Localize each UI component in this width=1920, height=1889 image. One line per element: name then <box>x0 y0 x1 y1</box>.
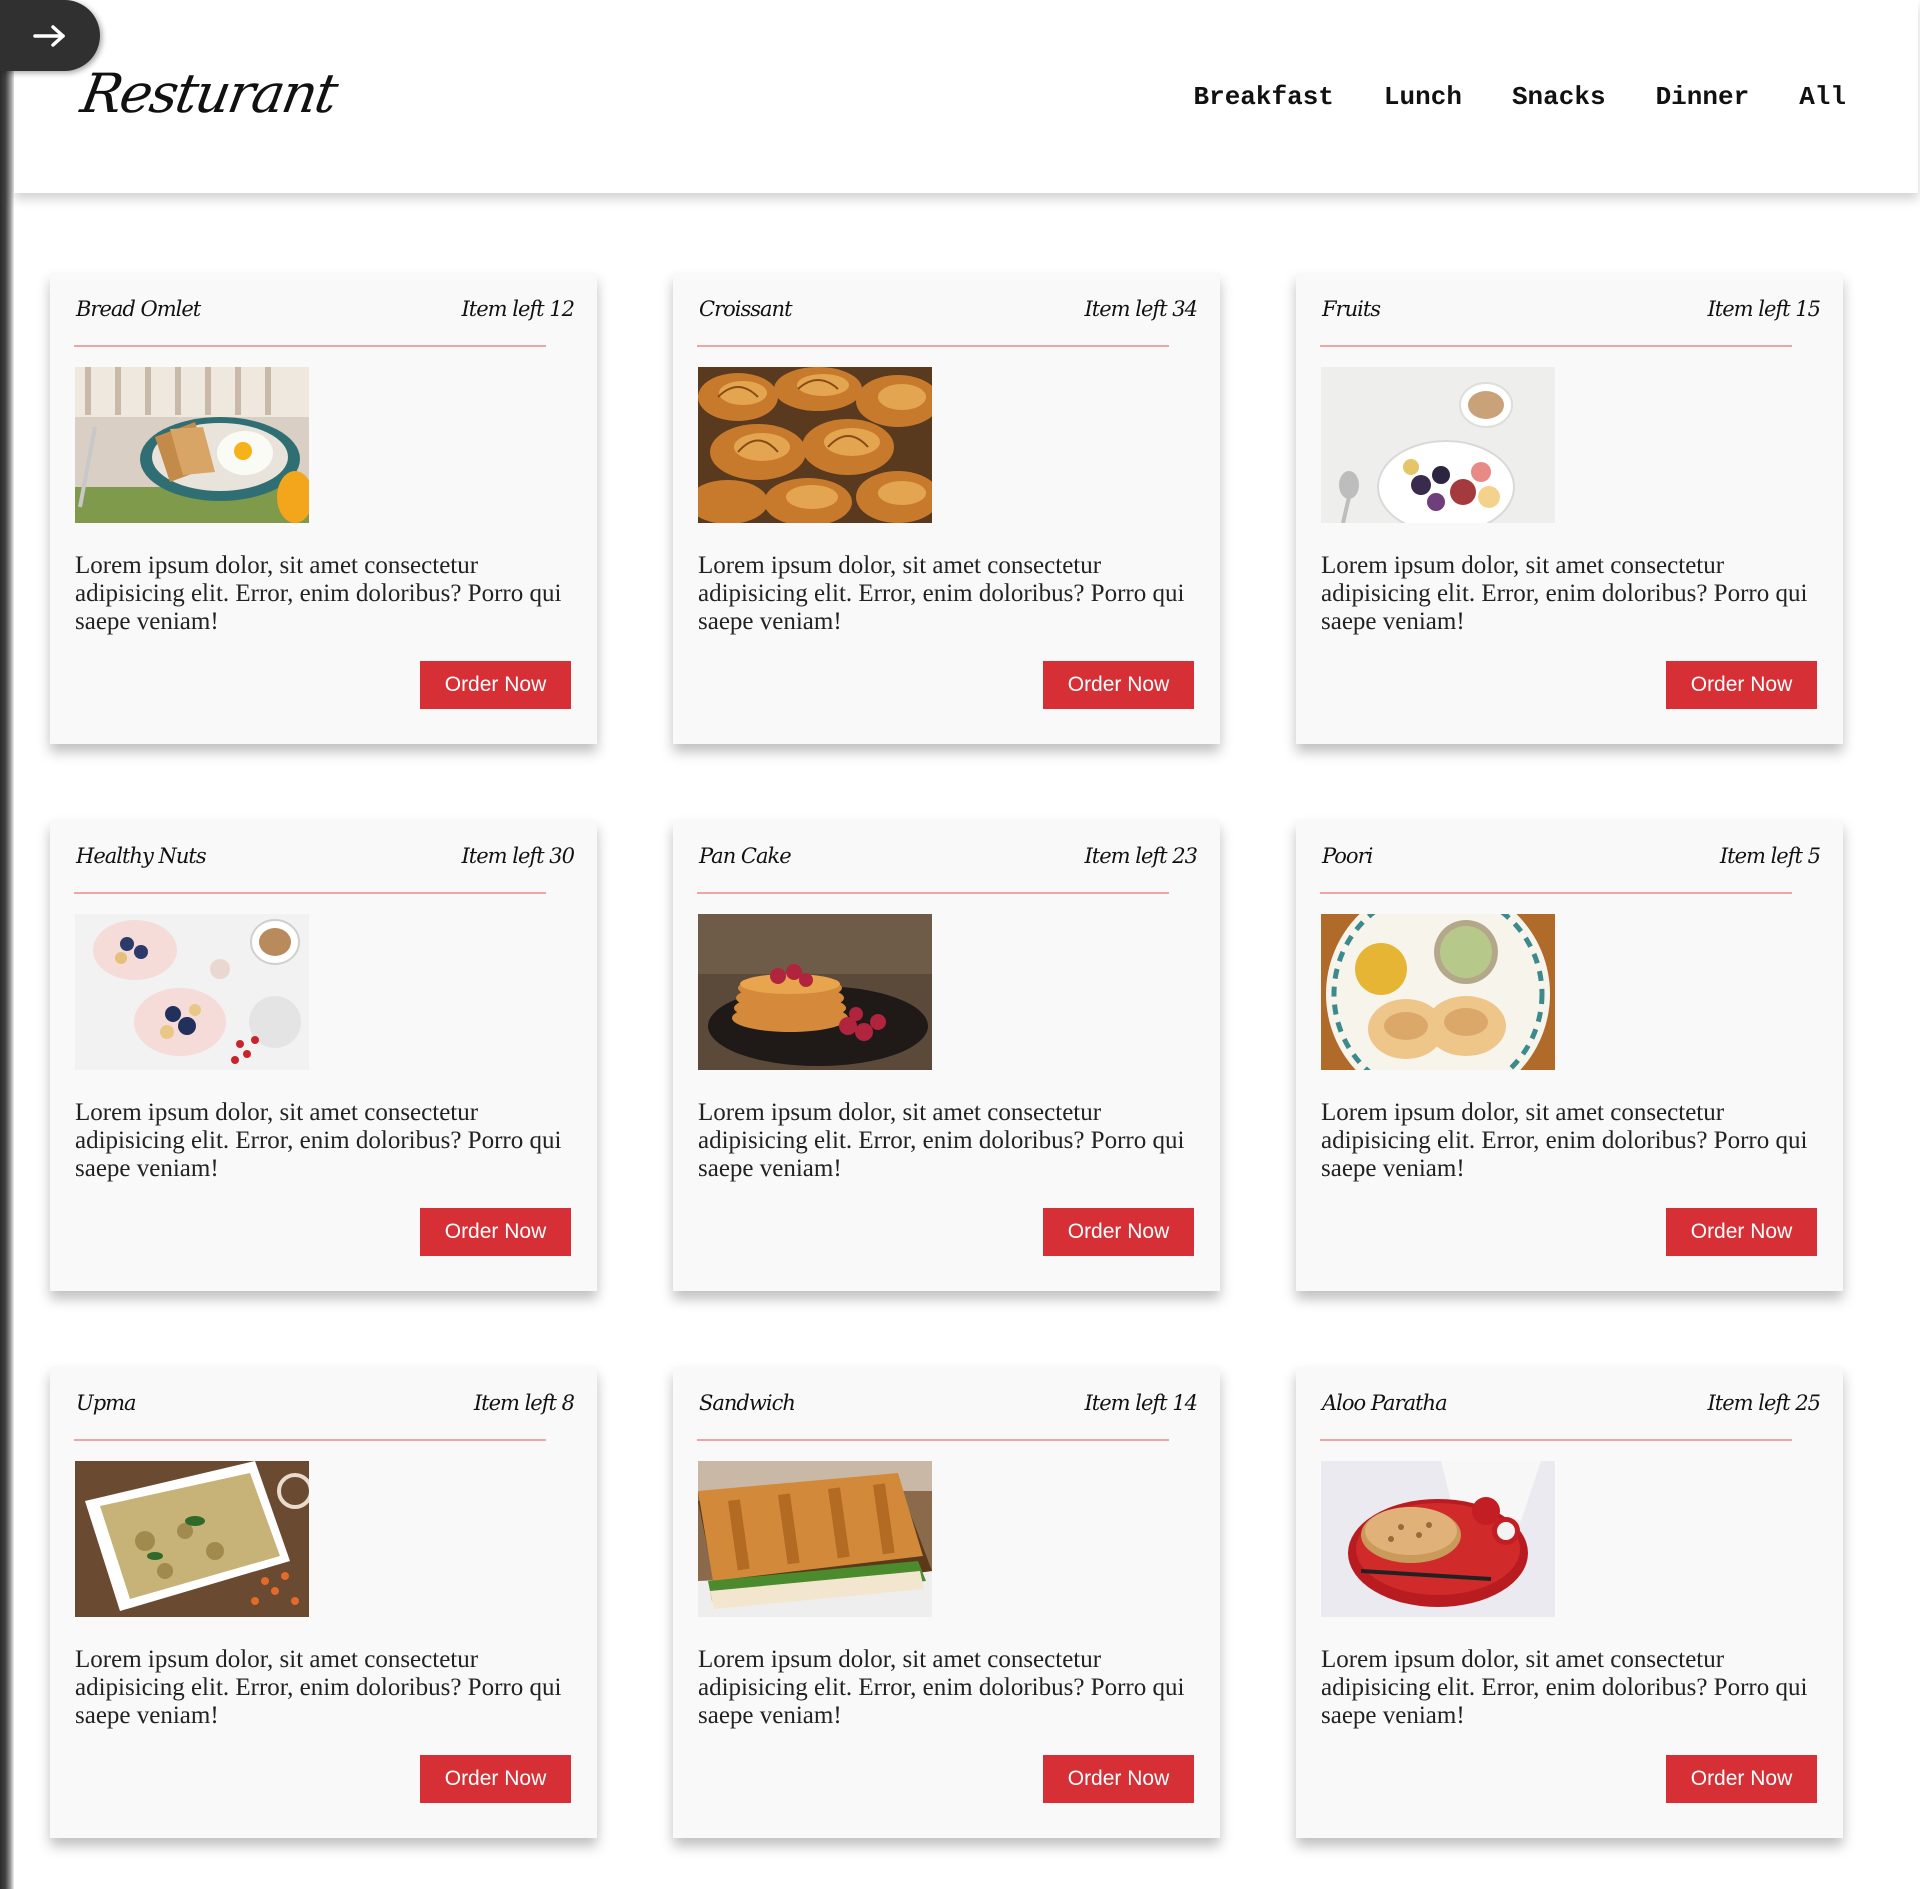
nav-link-breakfast[interactable]: Breakfast <box>1193 82 1333 112</box>
card-description: Lorem ipsum dolor, sit amet consectetur … <box>75 1646 562 1729</box>
arrow-right-icon <box>33 24 65 47</box>
card-stock-count: Item left 30 <box>461 844 575 868</box>
main-nav: Breakfast Lunch Snacks Dinner All <box>1193 82 1846 112</box>
card-title: Aloo Paratha <box>1322 1391 1448 1415</box>
order-now-button[interactable]: Order Now <box>420 1755 571 1803</box>
menu-card: Healthy Nuts Item left 30 Lorem ipsum do… <box>50 820 597 1291</box>
pancake-photo <box>698 914 932 1070</box>
card-divider <box>74 1439 546 1441</box>
card-stock-count: Item left 15 <box>1707 297 1821 321</box>
card-description: Lorem ipsum dolor, sit amet consectetur … <box>698 1099 1185 1182</box>
card-title: Healthy Nuts <box>76 844 207 868</box>
nav-link-dinner[interactable]: Dinner <box>1656 82 1750 112</box>
menu-card: Aloo Paratha Item left 25 Lorem ipsum do… <box>1296 1367 1843 1838</box>
card-title: Sandwich <box>699 1391 796 1415</box>
card-description: Lorem ipsum dolor, sit amet consectetur … <box>1321 1646 1808 1729</box>
fruits-bowl-photo <box>1321 367 1555 523</box>
card-title: Fruits <box>1322 297 1381 321</box>
poori-photo <box>1321 914 1555 1070</box>
bread-omelet-photo <box>75 367 309 523</box>
card-stock-count: Item left 8 <box>473 1391 575 1415</box>
card-title: Bread Omlet <box>76 297 201 321</box>
sandwich-photo <box>698 1461 932 1617</box>
menu-card: Upma Item left 8 Lorem ipsum dolor, sit … <box>50 1367 597 1838</box>
order-now-button[interactable]: Order Now <box>1666 1208 1817 1256</box>
card-divider <box>697 345 1169 347</box>
order-now-button[interactable]: Order Now <box>420 1208 571 1256</box>
card-stock-count: Item left 12 <box>461 297 575 321</box>
card-title: Poori <box>1322 844 1373 868</box>
card-title: Croissant <box>699 297 793 321</box>
brand-logo[interactable]: Resturant <box>76 62 340 125</box>
healthy-nuts-photo <box>75 914 309 1070</box>
card-description: Lorem ipsum dolor, sit amet consectetur … <box>698 552 1185 635</box>
nav-link-lunch[interactable]: Lunch <box>1384 82 1462 112</box>
site-header: Resturant Breakfast Lunch Snacks Dinner … <box>14 0 1918 193</box>
card-divider <box>697 1439 1169 1441</box>
card-title: Upma <box>76 1391 137 1415</box>
croissant-photo <box>698 367 932 523</box>
card-description: Lorem ipsum dolor, sit amet consectetur … <box>698 1646 1185 1729</box>
card-title: Pan Cake <box>699 844 792 868</box>
order-now-button[interactable]: Order Now <box>1043 661 1194 709</box>
menu-card: Pan Cake Item left 23 Lorem ipsum dolor,… <box>673 820 1220 1291</box>
order-now-button[interactable]: Order Now <box>420 661 571 709</box>
aloo-paratha-photo <box>1321 1461 1555 1617</box>
sidebar-toggle-button[interactable] <box>0 0 100 71</box>
menu-card: Croissant Item left 34 Lorem ipsum dolor… <box>673 273 1220 744</box>
card-stock-count: Item left 23 <box>1084 844 1198 868</box>
upma-photo <box>75 1461 309 1617</box>
nav-link-all[interactable]: All <box>1799 82 1846 112</box>
card-stock-count: Item left 25 <box>1707 1391 1821 1415</box>
card-divider <box>1320 345 1792 347</box>
menu-card: Fruits Item left 15 Lorem ipsum dolor, s… <box>1296 273 1843 744</box>
card-divider <box>697 892 1169 894</box>
card-description: Lorem ipsum dolor, sit amet consectetur … <box>1321 1099 1808 1182</box>
order-now-button[interactable]: Order Now <box>1666 1755 1817 1803</box>
card-divider <box>1320 892 1792 894</box>
menu-grid: Bread Omlet Item left 12 Lorem ipsum dol… <box>50 273 1846 1838</box>
card-description: Lorem ipsum dolor, sit amet consectetur … <box>1321 552 1808 635</box>
order-now-button[interactable]: Order Now <box>1043 1755 1194 1803</box>
card-description: Lorem ipsum dolor, sit amet consectetur … <box>75 552 562 635</box>
menu-card: Bread Omlet Item left 12 Lorem ipsum dol… <box>50 273 597 744</box>
card-description: Lorem ipsum dolor, sit amet consectetur … <box>75 1099 562 1182</box>
card-divider <box>74 345 546 347</box>
nav-link-snacks[interactable]: Snacks <box>1512 82 1606 112</box>
card-divider <box>74 892 546 894</box>
card-divider <box>1320 1439 1792 1441</box>
card-stock-count: Item left 5 <box>1719 844 1821 868</box>
order-now-button[interactable]: Order Now <box>1043 1208 1194 1256</box>
card-stock-count: Item left 14 <box>1084 1391 1198 1415</box>
menu-card: Sandwich Item left 14 Lorem ipsum dolor,… <box>673 1367 1220 1838</box>
menu-card: Poori Item left 5 Lorem ipsum dolor, sit… <box>1296 820 1843 1291</box>
card-stock-count: Item left 34 <box>1084 297 1198 321</box>
page-edge-shadow <box>0 0 14 1889</box>
order-now-button[interactable]: Order Now <box>1666 661 1817 709</box>
